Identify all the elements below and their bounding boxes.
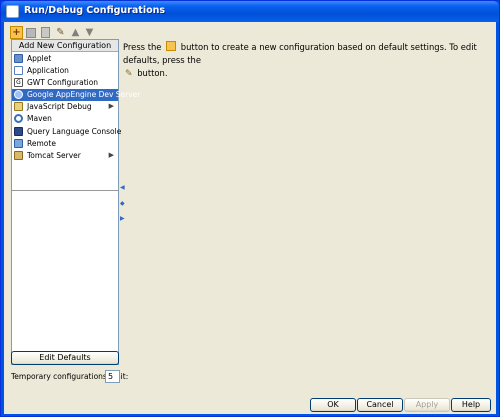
splitter-arrow-right-icon[interactable]: ▶ [120,215,125,222]
window-title: Run/Debug Configurations [24,5,166,16]
maven-icon [14,114,23,124]
menu-item-label: Google AppEngine Dev Server [27,90,141,100]
menu-item-label: Remote [27,138,56,148]
popup-header: Add New Configuration [12,40,118,52]
appengine-icon [14,90,23,100]
run-debug-configurations-window: Run/Debug Configurations + ✎ ▲ ▼ Add New… [0,0,500,417]
tomcat-icon [14,151,23,160]
javascript-debug-icon [14,102,23,112]
menu-item-label: Application [27,65,69,75]
menu-item-maven[interactable]: Maven [12,113,118,125]
copy-icon[interactable] [41,27,50,38]
remote-icon [14,138,23,148]
message-text-end: button. [137,68,168,78]
applet-icon [14,53,23,63]
menu-item-label: Applet [27,53,52,63]
menu-item-applet[interactable]: Applet [12,52,118,64]
wrench-icon[interactable]: ✎ [54,26,67,39]
splitter-arrow-left-icon[interactable]: ◀ [120,184,125,191]
arrow-up-icon[interactable]: ▲ [69,26,82,39]
gwt-icon: G [14,77,23,87]
remove-icon[interactable] [26,28,36,38]
popup-divider [12,190,118,191]
menu-item-tomcat-server[interactable]: Tomcat Server ▶ [12,150,118,162]
application-icon [14,65,23,75]
wrench-icon: ✎ [125,69,133,79]
edit-defaults-button[interactable]: Edit Defaults [11,351,119,365]
message-text-start: Press the [123,42,162,52]
menu-item-label: Query Language Console [27,126,122,136]
add-icon [166,41,177,51]
menu-item-remote[interactable]: Remote [12,137,118,149]
help-button[interactable]: Help [451,398,491,412]
configurations-tree-panel[interactable]: Add New Configuration Applet Application… [11,39,140,365]
menu-item-gwt-configuration[interactable]: G GWT Configuration [12,76,118,88]
menu-item-label: JavaScript Debug [27,102,92,112]
menu-item-label: GWT Configuration [27,77,99,87]
menu-item-label: Maven [27,114,52,124]
menu-item-google-appengine-dev-server[interactable]: Google AppEngine Dev Server [12,88,140,101]
dialog-client-area: + ✎ ▲ ▼ Add New Configuration Applet App… [4,22,496,414]
menu-item-label: Tomcat Server [27,151,81,160]
help-message: Press the button to create a new configu… [123,41,485,81]
menu-item-application[interactable]: Application [12,64,118,76]
cancel-button[interactable]: Cancel [357,398,403,412]
add-icon[interactable]: + [10,26,23,39]
temp-limit-input[interactable]: 5 [105,370,120,383]
title-bar[interactable]: Run/Debug Configurations [1,1,499,22]
submenu-arrow-icon: ▶ [108,150,114,159]
submenu-arrow-icon: ▶ [108,101,114,110]
apply-button[interactable]: Apply [404,398,450,412]
ok-button[interactable]: OK [310,398,356,412]
query-console-icon [14,126,23,136]
arrow-down-icon[interactable]: ▼ [83,26,96,39]
app-icon [6,5,19,18]
splitter-grip-icon[interactable]: ◆ [120,200,125,207]
menu-item-query-language-console[interactable]: Query Language Console [12,125,122,137]
menu-item-javascript-debug[interactable]: JavaScript Debug ▶ [12,101,118,113]
